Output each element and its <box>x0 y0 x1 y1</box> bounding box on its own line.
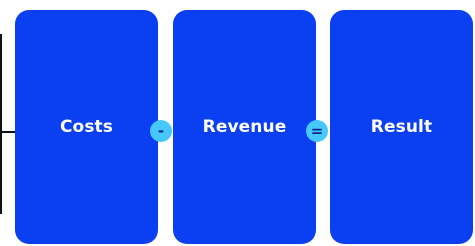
equals-operator-badge: = <box>306 120 328 142</box>
equals-symbol: = <box>310 121 324 140</box>
minus-symbol: - <box>157 121 165 140</box>
result-card: Result <box>330 10 473 244</box>
minus-operator-badge: - <box>150 120 172 142</box>
costs-label: Costs <box>59 117 114 137</box>
costs-card: Costs <box>15 10 158 244</box>
result-label: Result <box>370 117 433 137</box>
bracket-vertical-line <box>0 34 2 214</box>
revenue-label: Revenue <box>202 117 287 137</box>
revenue-card: Revenue <box>173 10 316 244</box>
